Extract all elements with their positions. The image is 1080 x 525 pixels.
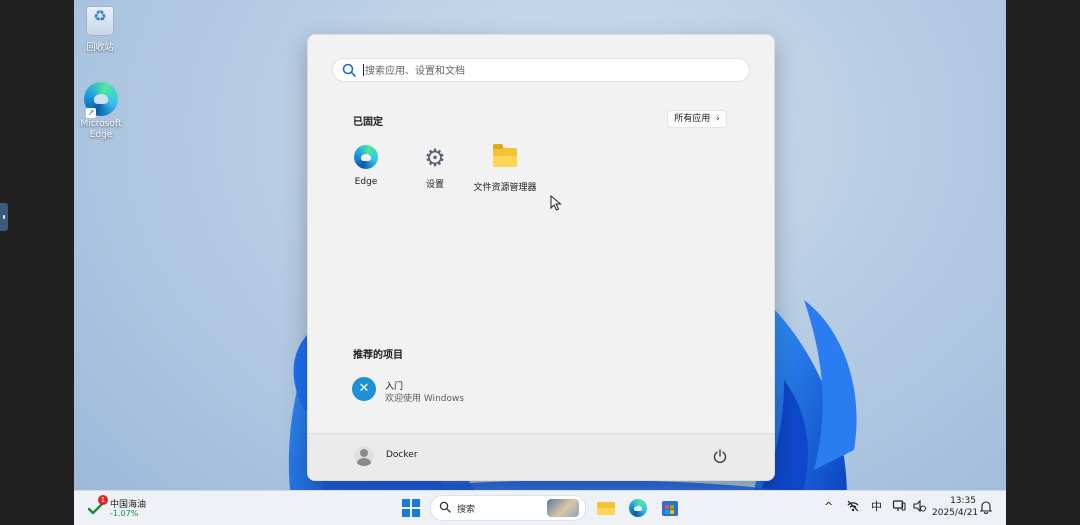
pinned-app-settings[interactable]: ⚙ 设置 — [400, 145, 470, 190]
taskbar-store[interactable] — [659, 497, 681, 519]
desktop-icon-edge[interactable]: ↗ Microsoft Edge — [74, 82, 131, 141]
desktop-icon-label: 回收站 — [86, 43, 114, 53]
start-menu: 已固定 所有应用 › Edge ⚙ 设置 文件资源管理器 推荐的项目 ✕ 入门 … — [307, 34, 775, 481]
display-icon[interactable] — [892, 499, 906, 513]
start-search-box[interactable] — [332, 58, 750, 82]
taskbar-search-label: 搜索 — [457, 505, 476, 515]
clock-time: 13:35 — [950, 496, 976, 506]
search-icon — [342, 63, 356, 77]
start-button[interactable] — [402, 499, 420, 517]
shortcut-arrow-icon: ↗ — [86, 108, 96, 118]
taskbar-search[interactable]: 搜索 — [430, 495, 586, 521]
pinned-app-edge[interactable]: Edge — [331, 145, 401, 187]
taskbar: 1 中国海油 -1.07% 搜索 ^ 中 13:35 2025/4/21 — [74, 490, 1006, 525]
notification-bell-icon[interactable] — [980, 500, 992, 514]
taskbar-edge[interactable] — [627, 497, 649, 519]
edge-icon — [353, 145, 379, 171]
start-menu-footer: Docker — [308, 433, 774, 480]
search-highlight-image — [547, 499, 579, 517]
ime-indicator[interactable]: 中 — [871, 499, 882, 515]
recycle-bin-icon — [83, 6, 117, 40]
tray-overflow-chevron-icon[interactable]: ^ — [824, 499, 833, 515]
search-icon — [439, 501, 451, 513]
user-name[interactable]: Docker — [386, 450, 418, 460]
mouse-cursor-icon — [550, 195, 562, 211]
stock-change: -1.07% — [110, 509, 139, 518]
desktop-icon-label: Microsoft Edge — [80, 119, 122, 140]
get-started-icon: ✕ — [352, 377, 376, 401]
start-search-input[interactable] — [363, 61, 737, 81]
folder-icon — [492, 144, 518, 174]
all-apps-button[interactable]: 所有应用 › — [667, 110, 727, 128]
recommended-item-get-started[interactable]: ✕ 入门 欢迎使用 Windows — [352, 376, 552, 406]
recommended-section-title: 推荐的项目 — [353, 350, 403, 361]
gear-icon: ⚙ — [424, 144, 446, 172]
edge-icon: ↗ — [84, 82, 118, 118]
stock-widget[interactable]: 1 中国海油 -1.07% — [88, 495, 168, 521]
edge-icon — [629, 499, 647, 517]
clock-date: 2025/4/21 — [932, 508, 979, 518]
folder-icon — [597, 502, 615, 515]
desktop-icon-recycle-bin[interactable]: 回收站 — [74, 6, 130, 54]
pinned-section-title: 已固定 — [353, 117, 383, 128]
pinned-app-label: 设置 — [425, 180, 444, 190]
pinned-app-label: 文件资源管理器 — [473, 183, 537, 193]
text-caret — [363, 64, 364, 76]
taskbar-file-explorer[interactable] — [595, 497, 617, 519]
recommended-item-subtitle: 欢迎使用 Windows — [385, 394, 465, 404]
all-apps-label: 所有应用 — [674, 114, 711, 124]
chevron-right-icon: › — [716, 114, 720, 124]
pinned-app-label: Edge — [354, 177, 378, 187]
power-icon[interactable] — [712, 448, 728, 464]
side-panel-handle[interactable] — [0, 203, 8, 231]
volume-icon[interactable] — [912, 499, 926, 513]
network-icon[interactable] — [846, 499, 860, 513]
system-clock[interactable]: 13:35 2025/4/21 — [932, 495, 979, 519]
notification-badge: 1 — [98, 495, 108, 505]
user-avatar[interactable] — [354, 446, 374, 466]
pinned-app-file-explorer[interactable]: 文件资源管理器 — [470, 144, 540, 193]
store-icon — [662, 501, 678, 516]
